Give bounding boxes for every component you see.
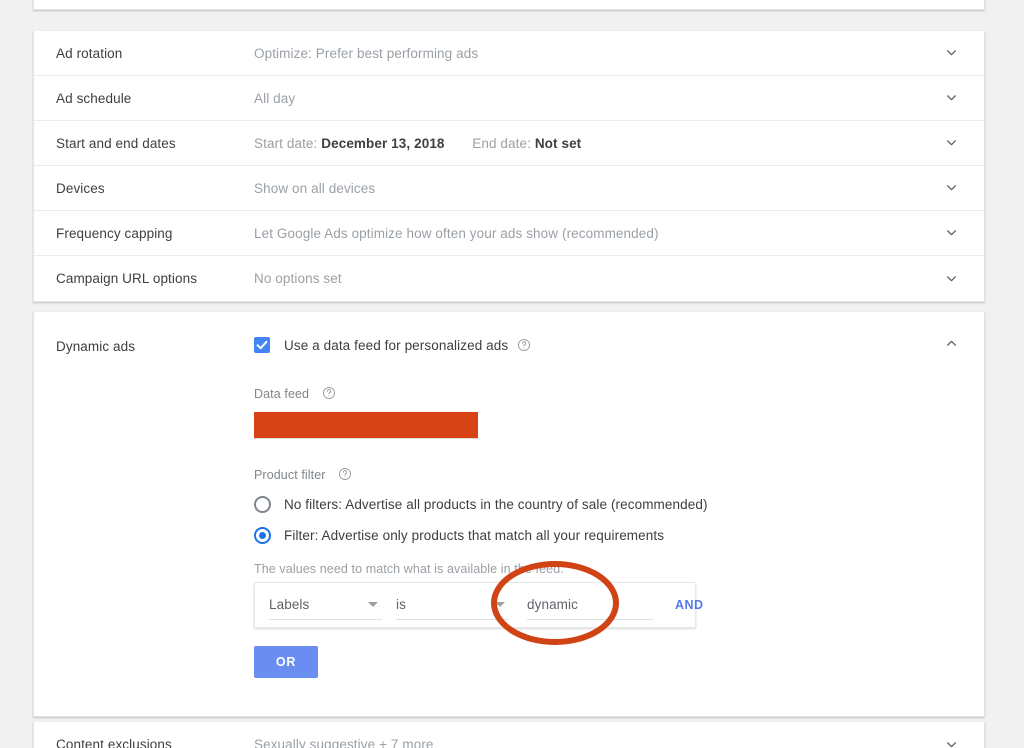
chevron-down-icon[interactable] (945, 136, 958, 149)
row-label: Content exclusions (56, 737, 172, 748)
data-feed-label: Data feed (254, 387, 310, 401)
row-label: Campaign URL options (56, 271, 198, 286)
content-exclusions-card: Content exclusions Sexually suggestive +… (33, 722, 985, 748)
settings-page: Ad rotation Optimize: Prefer best perfor… (0, 0, 1024, 748)
settings-row-content-exclusions[interactable]: Content exclusions Sexually suggestive +… (34, 722, 984, 748)
row-value: Optimize: Prefer best performing ads (254, 45, 479, 61)
radio-button-no-filters[interactable] (254, 496, 271, 513)
product-filter-label-row: Product filter (254, 467, 984, 482)
add-and-condition-link[interactable]: AND (675, 598, 704, 612)
use-data-feed-row[interactable]: Use a data feed for personalized ads (254, 334, 984, 356)
use-data-feed-label: Use a data feed for personalized ads (284, 337, 509, 353)
filter-operator-select[interactable]: is (396, 590, 509, 620)
filter-dimension-select[interactable]: Labels (269, 590, 382, 620)
row-value: Show on all devices (254, 180, 376, 196)
data-feed-label-row: Data feed (254, 386, 984, 401)
settings-row-devices[interactable]: Devices Show on all devices (34, 166, 984, 211)
settings-row-campaign-url-options[interactable]: Campaign URL options No options set (34, 256, 984, 301)
data-feed-input-redacted[interactable] (254, 412, 478, 438)
caret-down-icon[interactable] (495, 602, 505, 607)
dynamic-ads-body: Dynamic ads Use a data feed for personal… (34, 312, 984, 716)
settings-row-ad-rotation[interactable]: Ad rotation Optimize: Prefer best perfor… (34, 31, 984, 76)
end-date-value: Not set (534, 135, 582, 151)
settings-row-ad-schedule[interactable]: Ad schedule All day (34, 76, 984, 121)
dynamic-ads-card: Dynamic ads Use a data feed for personal… (33, 312, 985, 717)
filter-operator-value: is (396, 597, 406, 612)
row-label: Ad rotation (56, 45, 123, 61)
dynamic-ads-content: Use a data feed for personalized ads Dat… (254, 332, 984, 678)
chevron-down-icon[interactable] (945, 46, 958, 59)
radio-label: No filters: Advertise all products in th… (284, 497, 708, 512)
filter-value-input[interactable]: dynamic (527, 590, 653, 620)
chevron-down-icon[interactable] (945, 91, 958, 104)
start-date-value: December 13, 2018 (321, 135, 445, 151)
chevron-down-icon[interactable] (945, 181, 958, 194)
product-filter-option-no-filters[interactable]: No filters: Advertise all products in th… (254, 496, 984, 513)
radio-button-filter[interactable] (254, 527, 271, 544)
product-filter-condition-row: Labels is dynamic AND (254, 582, 703, 628)
row-label: Devices (56, 180, 105, 196)
product-filter-hint: The values need to match what is availab… (254, 562, 564, 576)
chevron-up-icon[interactable] (945, 337, 958, 350)
row-value: No options set (254, 271, 342, 286)
dynamic-ads-label: Dynamic ads (56, 339, 136, 354)
settings-row-start-and-end-dates[interactable]: Start and end dates Start date: December… (34, 121, 984, 166)
row-value: All day (254, 90, 296, 106)
help-circle-icon[interactable] (322, 386, 336, 400)
caret-down-icon[interactable] (368, 602, 378, 607)
chevron-down-icon[interactable] (945, 226, 958, 239)
row-value: Let Google Ads optimize how often your a… (254, 225, 659, 241)
campaign-settings-card: Ad rotation Optimize: Prefer best perfor… (33, 31, 985, 302)
help-circle-icon[interactable] (517, 338, 531, 352)
end-date-prefix: End date: (472, 135, 531, 151)
product-filter-label: Product filter (254, 468, 326, 482)
product-filter-option-filter[interactable]: Filter: Advertise only products that mat… (254, 527, 984, 544)
help-circle-icon[interactable] (338, 467, 352, 481)
chevron-down-icon[interactable] (945, 272, 958, 285)
chevron-down-icon[interactable] (945, 738, 958, 748)
settings-row-frequency-capping[interactable]: Frequency capping Let Google Ads optimiz… (34, 211, 984, 256)
add-or-condition-button[interactable]: OR (254, 646, 318, 678)
row-value: Start date: December 13, 2018 End date: … (254, 136, 984, 151)
row-value: Sexually suggestive + 7 more (254, 737, 434, 748)
use-data-feed-checkbox[interactable] (254, 337, 270, 353)
filter-dimension-value: Labels (269, 597, 310, 612)
previous-card-stub (33, 0, 985, 10)
radio-label: Filter: Advertise only products that mat… (284, 528, 665, 543)
row-label: Start and end dates (56, 135, 176, 151)
start-date-prefix: Start date: (254, 135, 318, 151)
row-label: Ad schedule (56, 90, 132, 106)
row-label: Frequency capping (56, 225, 173, 241)
data-feed-underline (254, 438, 478, 439)
